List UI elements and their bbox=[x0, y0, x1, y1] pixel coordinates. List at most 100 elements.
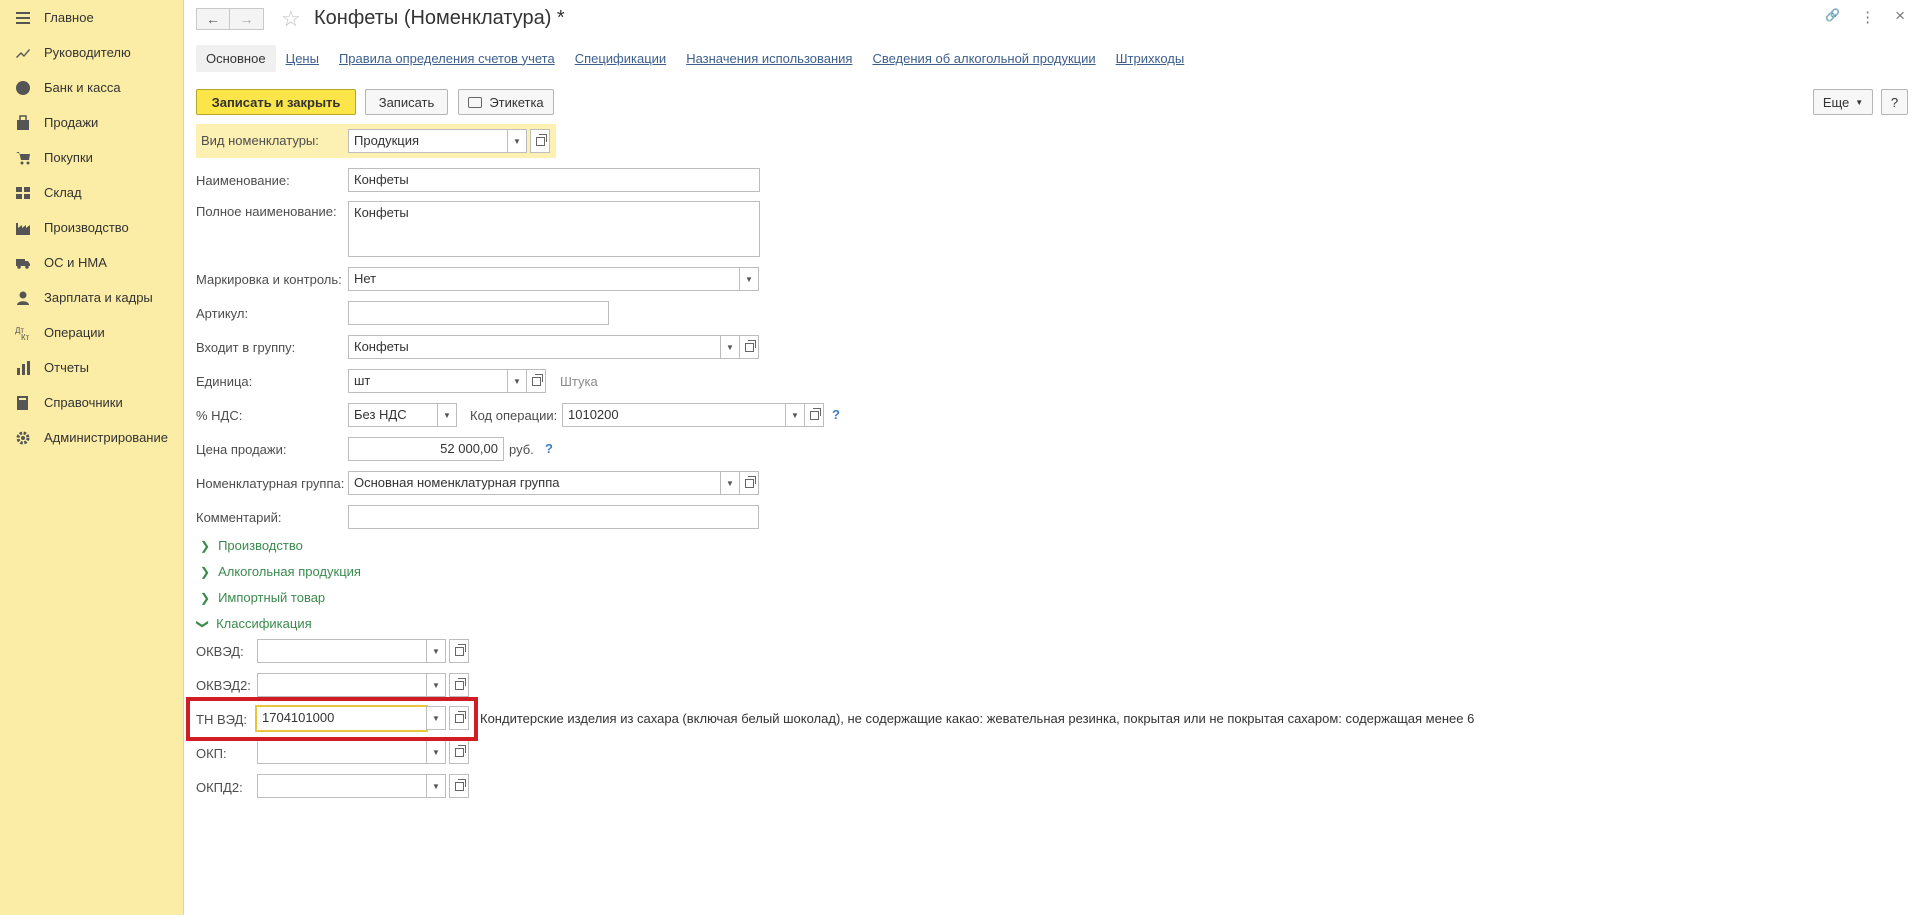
sidebar-item-label: Справочники bbox=[44, 395, 123, 410]
close-icon[interactable]: × bbox=[1895, 6, 1905, 26]
bag-icon bbox=[14, 114, 32, 132]
vid-open-button[interactable] bbox=[530, 129, 550, 153]
sidebar-item-operations[interactable]: Дт Кт Операции bbox=[0, 315, 183, 350]
chevron-down-icon: ▼ bbox=[513, 376, 521, 386]
marking-field[interactable]: Нет bbox=[348, 267, 740, 291]
group-open-button[interactable] bbox=[739, 335, 759, 359]
vid-dropdown-button[interactable]: ▼ bbox=[507, 129, 527, 153]
nom-group-open-button[interactable] bbox=[739, 471, 759, 495]
sidebar-item-production[interactable]: Производство bbox=[0, 210, 183, 245]
op-code-dropdown-button[interactable]: ▼ bbox=[785, 403, 805, 427]
vat-dropdown-button[interactable]: ▼ bbox=[437, 403, 457, 427]
group-label: Классификация bbox=[216, 616, 312, 631]
unit-dropdown-button[interactable]: ▼ bbox=[507, 369, 527, 393]
tab-usage[interactable]: Назначения использования bbox=[686, 51, 852, 66]
price-help-icon[interactable]: ? bbox=[545, 441, 553, 456]
link-icon[interactable]: 🔗 bbox=[1825, 8, 1840, 26]
okved2-field[interactable] bbox=[257, 673, 427, 697]
more-button[interactable]: Еще ▼ bbox=[1813, 89, 1873, 115]
sidebar-item-salary[interactable]: Зарплата и кадры bbox=[0, 280, 183, 315]
okved-field[interactable] bbox=[257, 639, 427, 663]
sidebar-item-label: Производство bbox=[44, 220, 129, 235]
full-name-label: Полное наименование: bbox=[196, 204, 337, 219]
op-code-field[interactable]: 1010200 bbox=[562, 403, 786, 427]
sidebar-item-main[interactable]: Главное bbox=[0, 0, 183, 35]
okved2-label: ОКВЭД2: bbox=[196, 678, 251, 693]
comment-field[interactable] bbox=[348, 505, 759, 529]
sidebar-item-fixed-assets[interactable]: ОС и НМА bbox=[0, 245, 183, 280]
sidebar-item-bank[interactable]: Банк и касса bbox=[0, 70, 183, 105]
sidebar-item-references[interactable]: Справочники bbox=[0, 385, 183, 420]
star-icon[interactable]: ☆ bbox=[281, 6, 301, 32]
okp-dropdown-button[interactable]: ▼ bbox=[426, 740, 446, 764]
group-dropdown-button[interactable]: ▼ bbox=[720, 335, 740, 359]
unit-field[interactable]: шт bbox=[348, 369, 508, 393]
back-button[interactable]: ← bbox=[196, 8, 230, 30]
group-alcohol[interactable]: ❯ Алкогольная продукция bbox=[200, 564, 361, 579]
nom-group-dropdown-button[interactable]: ▼ bbox=[720, 471, 740, 495]
chevron-down-icon: ▼ bbox=[432, 781, 440, 791]
arrow-left-icon: ← bbox=[206, 11, 220, 27]
group-classification[interactable]: ❯ Классификация bbox=[196, 616, 312, 631]
arrow-right-icon: → bbox=[239, 11, 254, 27]
okved2-open-button[interactable] bbox=[449, 673, 469, 697]
more-label: Еще bbox=[1822, 94, 1850, 110]
chevron-down-icon: ▼ bbox=[1855, 97, 1864, 107]
nom-group-field[interactable]: Основная номенклатурная группа bbox=[348, 471, 721, 495]
name-field[interactable]: Конфеты bbox=[348, 168, 760, 192]
open-icon bbox=[531, 373, 543, 386]
tab-bar: Основное Цены Правила определения счетов… bbox=[196, 44, 1204, 72]
op-code-help-icon[interactable]: ? bbox=[832, 407, 840, 422]
sidebar-item-label: Операции bbox=[44, 325, 105, 340]
okpd2-label: ОКПД2: bbox=[196, 780, 243, 795]
unit-open-button[interactable] bbox=[526, 369, 546, 393]
vid-field[interactable]: Продукция bbox=[348, 129, 508, 153]
save-button[interactable]: Записать bbox=[365, 89, 448, 115]
full-name-field[interactable]: Конфеты bbox=[348, 201, 760, 257]
forward-button[interactable]: → bbox=[230, 8, 264, 30]
price-field[interactable]: 52 000,00 bbox=[348, 437, 504, 461]
group-field[interactable]: Конфеты bbox=[348, 335, 721, 359]
tab-main[interactable]: Основное bbox=[196, 44, 276, 72]
sidebar-item-warehouse[interactable]: Склад bbox=[0, 175, 183, 210]
sidebar-item-manager[interactable]: Руководителю bbox=[0, 35, 183, 70]
tab-alcohol[interactable]: Сведения об алкогольной продукции bbox=[872, 51, 1095, 66]
save-close-button[interactable]: Записать и закрыть bbox=[196, 89, 356, 115]
more-icon[interactable]: ⋮ bbox=[1860, 8, 1875, 26]
tab-account-rules[interactable]: Правила определения счетов учета bbox=[339, 51, 555, 66]
op-code-open-button[interactable] bbox=[804, 403, 824, 427]
open-icon bbox=[809, 407, 821, 420]
label-button[interactable]: Этикетка bbox=[458, 89, 554, 115]
vat-field[interactable]: Без НДС bbox=[348, 403, 438, 427]
vid-label: Вид номенклатуры: bbox=[201, 133, 319, 148]
open-icon bbox=[454, 677, 466, 690]
op-code-label: Код операции: bbox=[470, 408, 558, 423]
marking-dropdown-button[interactable]: ▼ bbox=[739, 267, 759, 291]
sidebar-item-reports[interactable]: Отчеты bbox=[0, 350, 183, 385]
okpd2-open-button[interactable] bbox=[449, 774, 469, 798]
okp-open-button[interactable] bbox=[449, 740, 469, 764]
okved2-dropdown-button[interactable]: ▼ bbox=[426, 673, 446, 697]
sidebar-item-label: Продажи bbox=[44, 115, 99, 130]
operations-icon: Дт Кт bbox=[14, 324, 32, 342]
sidebar-item-purchases[interactable]: Покупки bbox=[0, 140, 183, 175]
okpd2-field[interactable] bbox=[257, 774, 427, 798]
comment-label: Комментарий: bbox=[196, 510, 282, 525]
sidebar-item-admin[interactable]: Администрирование bbox=[0, 420, 183, 455]
okved-dropdown-button[interactable]: ▼ bbox=[426, 639, 446, 663]
navigation-buttons: ← → bbox=[196, 8, 264, 30]
help-button[interactable]: ? bbox=[1881, 89, 1908, 115]
group-production[interactable]: ❯ Производство bbox=[200, 538, 303, 553]
article-field[interactable] bbox=[348, 301, 609, 325]
nom-group-label: Номенклатурная группа: bbox=[196, 476, 345, 491]
tab-prices[interactable]: Цены bbox=[286, 51, 319, 66]
okp-field[interactable] bbox=[257, 740, 427, 764]
okved-open-button[interactable] bbox=[449, 639, 469, 663]
okpd2-dropdown-button[interactable]: ▼ bbox=[426, 774, 446, 798]
tab-specifications[interactable]: Спецификации bbox=[575, 51, 667, 66]
sidebar-item-sales[interactable]: Продажи bbox=[0, 105, 183, 140]
group-import[interactable]: ❯ Импортный товар bbox=[200, 590, 325, 605]
sidebar-item-label: Администрирование bbox=[44, 430, 168, 445]
tab-barcodes[interactable]: Штрихкоды bbox=[1116, 51, 1185, 66]
coin-icon bbox=[14, 79, 32, 97]
